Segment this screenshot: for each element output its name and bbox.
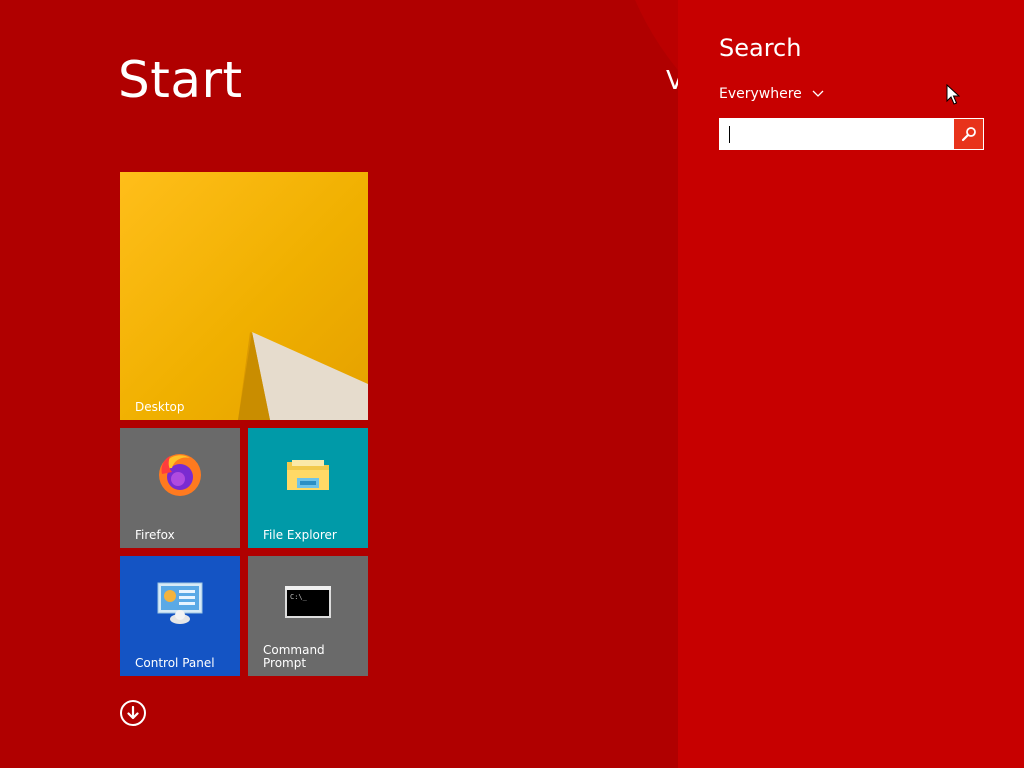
mouse-pointer-icon bbox=[946, 84, 960, 105]
arrow-down-circle-icon bbox=[127, 706, 139, 720]
start-title: Start bbox=[118, 51, 243, 109]
search-input[interactable] bbox=[720, 119, 954, 149]
folder-icon bbox=[287, 460, 329, 490]
svg-text:C:\_: C:\_ bbox=[290, 593, 308, 601]
tile-command-prompt[interactable]: C:\_ Command Prompt bbox=[248, 556, 368, 676]
search-scope-label: Everywhere bbox=[719, 86, 802, 102]
tile-label: Command Prompt bbox=[263, 643, 325, 670]
start-screen: Start V Desktop Firefox File Explorer Co… bbox=[0, 0, 678, 768]
user-name-peek[interactable]: V bbox=[666, 66, 678, 96]
search-button[interactable] bbox=[954, 119, 983, 149]
control-panel-icon bbox=[157, 582, 203, 624]
tile-file-explorer[interactable]: File Explorer bbox=[248, 428, 368, 548]
text-caret bbox=[729, 126, 730, 143]
search-charm: Search Everywhere bbox=[678, 0, 1024, 768]
all-apps-button[interactable] bbox=[120, 700, 146, 726]
search-charm-title: Search bbox=[719, 34, 802, 62]
search-scope-dropdown[interactable]: Everywhere bbox=[719, 86, 824, 102]
firefox-icon bbox=[159, 454, 201, 496]
tile-control-panel[interactable]: Control Panel bbox=[120, 556, 240, 676]
tile-desktop[interactable]: Desktop bbox=[120, 172, 368, 420]
tile-label: Control Panel bbox=[135, 656, 215, 670]
tile-firefox[interactable]: Firefox bbox=[120, 428, 240, 548]
tile-label: Desktop bbox=[135, 400, 185, 414]
terminal-icon: C:\_ bbox=[285, 586, 331, 618]
tile-label: File Explorer bbox=[263, 528, 337, 542]
search-box bbox=[719, 118, 984, 150]
chevron-down-icon bbox=[812, 90, 824, 97]
magnifier-icon bbox=[961, 127, 976, 142]
desktop-wallpaper-icon bbox=[238, 332, 368, 420]
tile-label: Firefox bbox=[135, 528, 175, 542]
